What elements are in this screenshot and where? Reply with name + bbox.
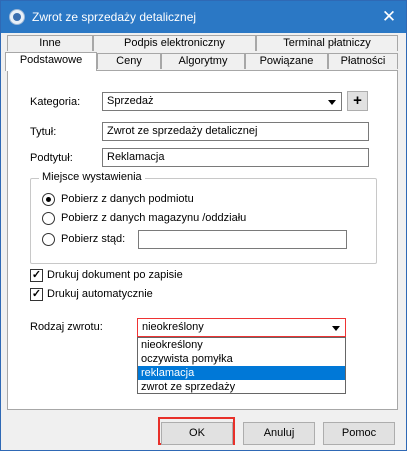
rodzaj-zwrotu-value: nieokreślony [142,321,204,333]
chevron-down-icon [328,100,336,105]
title-bar[interactable]: Zwrot ze sprzedaży detalicznej ✕ [1,1,406,33]
tab-inne[interactable]: Inne [7,35,93,51]
ok-button[interactable]: OK [161,422,233,445]
print-after-save-label[interactable]: Drukuj dokument po zapisie [47,269,183,281]
podtytul-field[interactable]: Reklamacja [102,148,369,167]
print-after-save-checkbox[interactable]: ✓ [30,269,43,282]
tab-terminal-platniczy[interactable]: Terminal płatniczy [256,35,398,51]
chevron-down-icon [332,326,340,331]
option-oczywista-pomylka[interactable]: oczywista pomyłka [138,352,345,366]
tytul-field[interactable]: Zwrot ze sprzedaży detalicznej [102,122,369,141]
add-category-button[interactable]: + [347,91,368,111]
tab-podpis-elektroniczny[interactable]: Podpis elektroniczny [93,35,256,51]
help-button[interactable]: Pomoc [323,422,395,445]
tab-platnosci[interactable]: Płatności [328,53,398,69]
rodzaj-zwrotu-dropdown: nieokreślony oczywista pomyłka reklamacj… [137,337,346,394]
kategoria-select[interactable]: Sprzedaż [102,92,342,111]
tab-algorytmy[interactable]: Algorytmy [161,53,245,69]
cancel-button[interactable]: Anuluj [243,422,315,445]
rodzaj-zwrotu-label: Rodzaj zwrotu: [30,321,103,333]
podtytul-label: Podtytuł: [30,152,73,164]
radio-pobierz-stad-label[interactable]: Pobierz stąd: [61,233,125,245]
print-auto-label[interactable]: Drukuj automatycznie [47,288,153,300]
radio-podmiotu[interactable] [42,193,55,206]
radio-pobierz-stad[interactable] [42,233,55,246]
option-zwrot-ze-sprzedazy[interactable]: zwrot ze sprzedaży [138,380,345,394]
close-button[interactable]: ✕ [378,6,400,28]
pobierz-stad-field[interactable] [138,230,347,249]
print-auto-checkbox[interactable]: ✓ [30,288,43,301]
tab-powiazane[interactable]: Powiązane [245,53,328,69]
rodzaj-zwrotu-select[interactable]: nieokreślony [137,318,346,337]
tab-podstawowe[interactable]: Podstawowe [5,52,97,71]
kategoria-label: Kategoria: [30,96,81,108]
option-reklamacja[interactable]: reklamacja [138,366,345,380]
tytul-label: Tytuł: [30,126,57,138]
radio-magazynu[interactable] [42,212,55,225]
window-title: Zwrot ze sprzedaży detalicznej [32,10,197,24]
dialog-window: Zwrot ze sprzedaży detalicznej ✕ Inne Po… [0,0,407,451]
app-icon [9,9,25,25]
kategoria-value: Sprzedaż [107,95,154,107]
tab-ceny[interactable]: Ceny [97,53,161,69]
radio-podmiotu-label[interactable]: Pobierz z danych podmiotu [61,193,194,205]
option-nieokreslony[interactable]: nieokreślony [138,338,345,352]
group-title: Miejsce wystawienia [39,171,145,183]
radio-magazynu-label[interactable]: Pobierz z danych magazynu /oddziału [61,212,246,224]
